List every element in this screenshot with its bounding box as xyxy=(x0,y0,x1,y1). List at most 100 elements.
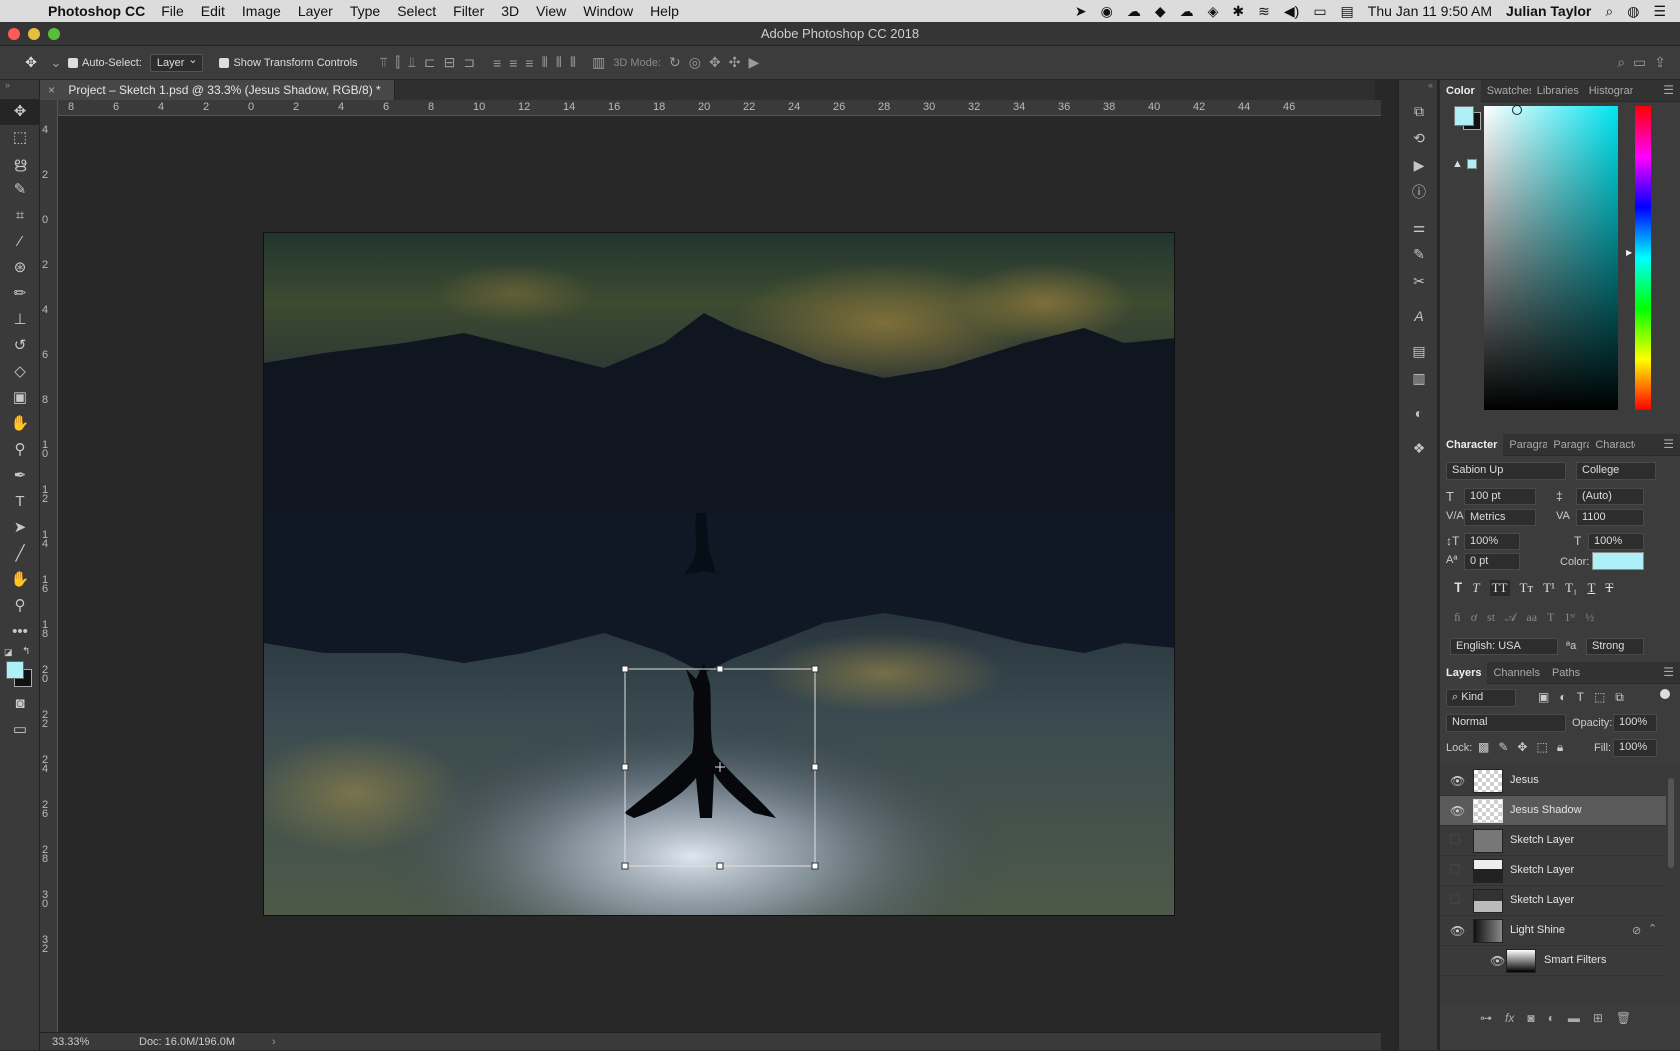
faux-italic-icon[interactable]: T xyxy=(1472,580,1479,596)
color-panel-fg-swatch[interactable] xyxy=(1454,106,1474,126)
swap-colors-icon[interactable]: ↰ xyxy=(22,646,30,657)
menu-select[interactable]: Select xyxy=(397,3,436,19)
visibility-toggle-off[interactable] xyxy=(1450,894,1460,904)
foreground-color-swatch[interactable] xyxy=(6,661,24,679)
clock[interactable]: Thu Jan 11 9:50 AM xyxy=(1368,3,1492,19)
color-field[interactable] xyxy=(1484,105,1618,410)
fill-field[interactable]: 100% xyxy=(1613,739,1657,757)
layer-name[interactable]: Sketch Layer xyxy=(1510,834,1574,846)
visibility-toggle-off[interactable] xyxy=(1450,834,1460,844)
line-tool[interactable]: ╱ xyxy=(0,541,40,567)
swash-icon[interactable]: st xyxy=(1487,610,1495,625)
cloud-upload-icon[interactable]: ☁ xyxy=(1180,3,1194,20)
fractions-icon[interactable]: ½ xyxy=(1585,610,1594,625)
opacity-field[interactable]: 100% xyxy=(1613,714,1657,732)
layer-thumbnail[interactable] xyxy=(1473,859,1503,883)
keyboard-icon[interactable]: ▤ xyxy=(1341,3,1354,20)
layer-row[interactable]: Sketch Layer xyxy=(1440,886,1666,916)
gradient-tool[interactable]: ▣ xyxy=(0,385,40,411)
canvas-area[interactable] xyxy=(58,116,1381,1032)
spotlight-icon[interactable]: ⌕ xyxy=(1605,3,1613,20)
eraser-tool[interactable]: ◇ xyxy=(0,359,40,385)
old-style-icon[interactable]: ơ xyxy=(1471,610,1477,625)
menu-file[interactable]: File xyxy=(161,3,184,19)
filter-type-icon[interactable]: T xyxy=(1577,690,1584,705)
kerning-field[interactable]: Metrics xyxy=(1464,509,1536,526)
align-left-icon[interactable]: ⊏ xyxy=(424,54,436,71)
lock-pixels-icon[interactable]: ✎ xyxy=(1498,740,1508,755)
layer-thumbnail[interactable] xyxy=(1473,769,1503,793)
eyedropper-tool[interactable]: ⁄ xyxy=(0,229,40,255)
underline-icon[interactable]: T xyxy=(1587,580,1595,596)
align-right-icon[interactable]: ⊐ xyxy=(463,54,475,71)
distribute-hcenter-icon[interactable]: ⦀ xyxy=(556,54,562,71)
actions-panel-icon[interactable]: ▶ xyxy=(1399,152,1439,179)
menu-window[interactable]: Window xyxy=(583,3,633,19)
font-style-select[interactable]: College xyxy=(1576,462,1656,480)
tab-paragraph[interactable]: Paragraph xyxy=(1503,434,1547,456)
auto-align-icon[interactable]: ▥ xyxy=(592,54,605,71)
layer-row[interactable]: Sketch Layer xyxy=(1440,826,1666,856)
color-field-cursor[interactable] xyxy=(1512,105,1522,115)
type-tool[interactable]: T xyxy=(0,489,40,515)
color-panel-menu-icon[interactable]: ☰ xyxy=(1663,83,1674,97)
visibility-eye-icon[interactable]: 👁︎ xyxy=(1450,924,1465,938)
distribute-top-icon[interactable]: ≡ xyxy=(493,55,501,71)
zoom-level[interactable]: 33.33% xyxy=(52,1033,89,1051)
character-panel-menu-icon[interactable]: ☰ xyxy=(1663,437,1674,451)
tracking-field[interactable]: 1100 xyxy=(1576,509,1644,526)
gamut-color-chip[interactable] xyxy=(1467,159,1477,169)
new-layer-icon[interactable]: ⊞ xyxy=(1593,1011,1603,1025)
minimize-window-button[interactable] xyxy=(28,28,40,40)
close-window-button[interactable] xyxy=(8,28,20,40)
dodge-tool[interactable]: ⚲ xyxy=(0,437,40,463)
path-select-tool[interactable]: ➤ xyxy=(0,515,40,541)
menu-edit[interactable]: Edit xyxy=(201,3,225,19)
tab-character-styles[interactable]: Character xyxy=(1589,434,1635,456)
visibility-eye-icon[interactable]: 👁︎ xyxy=(1450,774,1465,788)
layer-row-selected[interactable]: 👁︎ Jesus Shadow xyxy=(1440,796,1666,826)
lock-all-icon[interactable]: 🔒︎ xyxy=(1557,740,1563,755)
tab-channels[interactable]: Channels xyxy=(1487,662,1545,684)
clone-source-icon[interactable]: ✂ xyxy=(1399,268,1439,295)
brush-settings-icon[interactable]: ✎ xyxy=(1399,241,1439,268)
zoom-window-button[interactable] xyxy=(48,28,60,40)
subscript-icon[interactable]: T₁ xyxy=(1565,580,1577,596)
tab-paragraph-styles[interactable]: Paragraph xyxy=(1547,434,1589,456)
auto-select-checkbox[interactable]: Auto-Select: xyxy=(68,57,142,69)
ligatures-icon[interactable]: ﬁ xyxy=(1454,610,1461,625)
cc-files-icon[interactable]: ☁ xyxy=(1127,3,1141,20)
filter-mask-thumbnail[interactable] xyxy=(1506,949,1536,973)
collapse-toolbar-icon[interactable]: » xyxy=(0,80,39,99)
font-size-field[interactable]: 100 pt xyxy=(1464,488,1536,505)
baseline-shift-field[interactable]: 0 pt xyxy=(1464,553,1520,570)
layer-filter-kind-select[interactable]: ⌕ Kind xyxy=(1446,689,1516,707)
lasso-tool[interactable]: ഋ xyxy=(0,151,40,177)
hand-tool[interactable]: ✋ xyxy=(0,567,40,593)
antialias-select[interactable]: Strong xyxy=(1586,638,1644,655)
crop-tool[interactable]: ⌗ xyxy=(0,203,40,229)
history-panel-icon[interactable]: ⟲ xyxy=(1399,125,1439,152)
marquee-tool[interactable]: ⬚ xyxy=(0,125,40,151)
slide-3d-icon[interactable]: ✣ xyxy=(729,54,741,71)
document-artwork[interactable] xyxy=(263,232,1175,916)
distribute-vcenter-icon[interactable]: ≡ xyxy=(509,55,517,71)
visibility-eye-icon[interactable]: 👁︎ xyxy=(1450,804,1465,818)
pan-3d-icon[interactable]: ✥ xyxy=(709,54,721,71)
user-name[interactable]: Julian Taylor xyxy=(1506,3,1591,19)
scale-3d-icon[interactable]: ▶ xyxy=(748,54,759,71)
hue-slider-pointer-icon[interactable]: ▶ xyxy=(1626,248,1632,257)
layer-row[interactable]: Sketch Layer xyxy=(1440,856,1666,886)
tab-libraries[interactable]: Libraries xyxy=(1531,80,1583,102)
dropbox-icon[interactable]: ◆ xyxy=(1155,3,1166,20)
align-vcenter-icon[interactable]: ⫿ xyxy=(395,54,399,71)
filter-shape-icon[interactable]: ⬚ xyxy=(1594,690,1605,705)
glyphs-panel-icon[interactable]: A xyxy=(1399,303,1439,330)
lock-artboard-icon[interactable]: ⬚ xyxy=(1536,740,1547,755)
layer-thumbnail[interactable] xyxy=(1473,889,1503,913)
app-menu[interactable]: Photoshop CC xyxy=(48,3,145,19)
layer-thumbnail[interactable] xyxy=(1473,829,1503,853)
layer-name[interactable]: Jesus xyxy=(1510,774,1539,786)
tab-swatches[interactable]: Swatches xyxy=(1481,80,1531,102)
layers-scrollbar[interactable] xyxy=(1668,778,1674,868)
